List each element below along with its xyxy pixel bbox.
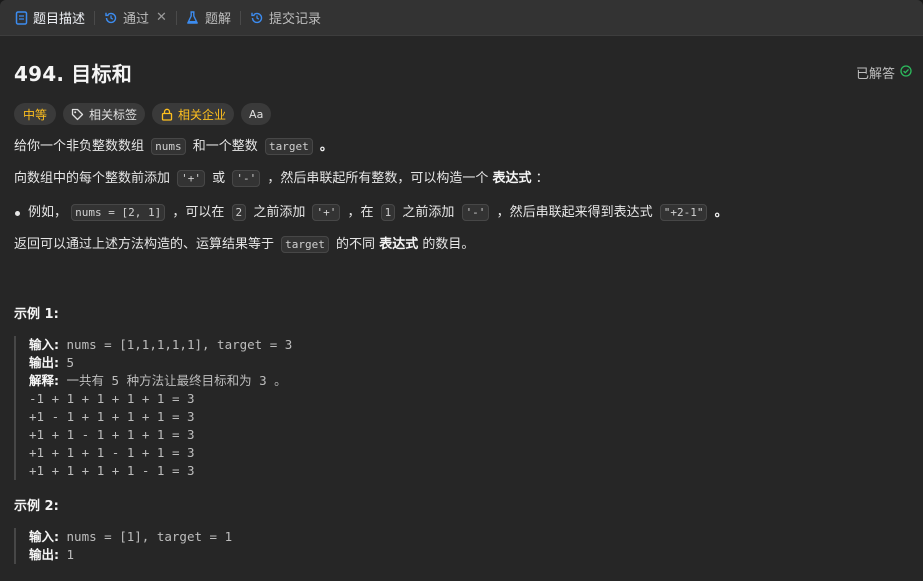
desc-text: ，然后串联起来得到表达式 bbox=[496, 205, 653, 220]
example-input: 输入: nums = [1,1,1,1,1], target = 3 bbox=[29, 336, 909, 354]
tag-row: 中等 相关标签 相关企业 Aa bbox=[14, 103, 909, 125]
problem-panel: 题目描述 通过 ✕ 题解 提交记录 494. 目标和 已解答 中等 相关标签 相… bbox=[0, 0, 923, 581]
description-paragraph-3: 返回可以通过上述方法构造的、运算结果等于 target 的不同 表达式 的数目。 bbox=[14, 234, 909, 256]
difficulty-badge: 中等 bbox=[14, 103, 57, 125]
history-icon bbox=[104, 11, 118, 25]
desc-text: ： bbox=[535, 171, 549, 186]
companies-button[interactable]: 相关企业 bbox=[152, 103, 235, 125]
companies-label: 相关企业 bbox=[178, 107, 227, 122]
inline-code: nums bbox=[151, 138, 186, 155]
desc-text: 和一个整数 bbox=[192, 139, 258, 154]
inline-code: '-' bbox=[232, 170, 261, 187]
solved-label: 已解答 bbox=[855, 67, 895, 82]
solved-status: 已解答 bbox=[856, 63, 912, 82]
difficulty-label: 中等 bbox=[23, 107, 48, 122]
inline-code: target bbox=[281, 236, 329, 253]
font-size-icon: Aa bbox=[249, 107, 264, 121]
inline-code: "+2-1" bbox=[659, 204, 708, 221]
tab-description[interactable]: 题目描述 bbox=[10, 0, 89, 36]
desc-text: ，然后串联起所有整数，可以构造一个 bbox=[267, 171, 489, 186]
tab-bar: 题目描述 通过 ✕ 题解 提交记录 bbox=[0, 0, 923, 36]
inline-code: 2 bbox=[231, 204, 247, 221]
tab-solutions-label: 题解 bbox=[204, 12, 231, 27]
explain-value: 一共有 5 种方法让最终目标和为 3 。 bbox=[66, 373, 287, 388]
input-label: 输入: bbox=[29, 337, 59, 352]
problem-title[interactable]: 494. 目标和 bbox=[14, 58, 132, 87]
desc-text: 例如， bbox=[28, 205, 68, 220]
output-label: 输出: bbox=[29, 355, 59, 370]
explanation-line: +1 - 1 + 1 + 1 + 1 = 3 bbox=[29, 409, 195, 424]
output-value: 1 bbox=[66, 547, 75, 562]
example-output: 输出: 1 bbox=[29, 546, 909, 564]
example-title: 示例 2: bbox=[14, 499, 59, 514]
inline-code: '+' bbox=[177, 170, 206, 187]
inline-code: nums = [2, 1] bbox=[71, 204, 166, 221]
desc-text: 的不同 bbox=[336, 237, 376, 252]
explanation-line: -1 + 1 + 1 + 1 + 1 = 3 bbox=[29, 391, 195, 406]
flask-icon bbox=[186, 10, 200, 25]
inline-code: '+' bbox=[312, 204, 341, 221]
list-item: 例如， nums = [2, 1] ，可以在 2 之前添加 '+' ，在 1 之… bbox=[14, 202, 909, 224]
close-icon[interactable]: ✕ bbox=[156, 10, 167, 25]
history-icon bbox=[250, 11, 264, 25]
tab-divider bbox=[239, 10, 241, 25]
desc-text: 。 bbox=[714, 205, 728, 220]
lock-icon bbox=[160, 108, 173, 121]
explanation-line: +1 + 1 + 1 - 1 + 1 = 3 bbox=[29, 445, 195, 460]
description-paragraph-2: 向数组中的每个整数前添加 '+' 或 '-' ，然后串联起所有整数，可以构造一个… bbox=[14, 168, 909, 190]
desc-text: 的数目。 bbox=[422, 237, 475, 252]
problem-content: 494. 目标和 已解答 中等 相关标签 相关企业 Aa 给你一个非负整数数组 … bbox=[0, 36, 923, 564]
explanation-line: +1 + 1 + 1 + 1 - 1 = 3 bbox=[29, 463, 195, 478]
desc-text: 给你一个非负整数数组 bbox=[14, 139, 145, 154]
tab-description-label: 题目描述 bbox=[33, 12, 86, 27]
output-value: 5 bbox=[66, 355, 75, 370]
tab-divider bbox=[94, 10, 96, 25]
tab-submissions-label: 提交记录 bbox=[268, 12, 321, 27]
desc-text: ，可以在 bbox=[172, 205, 225, 220]
desc-text: 之前添加 bbox=[402, 205, 455, 220]
input-label: 输入: bbox=[29, 529, 59, 544]
desc-bold: 表达式 bbox=[492, 171, 532, 186]
example-output: 输出: 5 bbox=[29, 354, 909, 372]
desc-text: 。 bbox=[319, 139, 333, 154]
inline-code: '-' bbox=[461, 204, 490, 221]
check-circle-icon bbox=[900, 64, 912, 81]
explanation-line: +1 + 1 - 1 + 1 + 1 = 3 bbox=[29, 427, 195, 442]
font-size-button[interactable]: Aa bbox=[241, 103, 272, 125]
document-icon bbox=[14, 10, 28, 25]
topics-label: 相关标签 bbox=[89, 107, 138, 122]
output-label: 输出: bbox=[29, 547, 59, 562]
description-paragraph-1: 给你一个非负整数数组 nums 和一个整数 target 。 bbox=[14, 136, 909, 158]
desc-text: 向数组中的每个整数前添加 bbox=[14, 171, 171, 186]
example-explanation: 解释: 一共有 5 种方法让最终目标和为 3 。 bbox=[29, 372, 909, 390]
desc-text: 返回可以通过上述方法构造的、运算结果等于 bbox=[14, 237, 275, 252]
topics-button[interactable]: 相关标签 bbox=[63, 103, 146, 125]
desc-bold: 表达式 bbox=[379, 237, 419, 252]
tab-submissions[interactable]: 提交记录 bbox=[246, 0, 325, 36]
inline-code: target bbox=[264, 138, 313, 155]
input-value: nums = [1,1,1,1,1], target = 3 bbox=[66, 337, 293, 352]
desc-text: 之前添加 bbox=[253, 205, 306, 220]
description-bullets: 例如， nums = [2, 1] ，可以在 2 之前添加 '+' ，在 1 之… bbox=[14, 202, 909, 224]
tab-solutions[interactable]: 题解 bbox=[182, 0, 235, 36]
explain-label: 解释: bbox=[29, 373, 59, 388]
example-block: 输入: nums = [1], target = 1 输出: 1 bbox=[14, 528, 909, 564]
tab-accepted[interactable]: 通过 ✕ bbox=[100, 0, 171, 36]
inline-code: 1 bbox=[380, 204, 396, 221]
desc-text: ，在 bbox=[347, 205, 374, 220]
example-title: 示例 1: bbox=[14, 307, 59, 322]
tag-icon bbox=[71, 108, 84, 121]
tab-divider bbox=[175, 10, 177, 25]
desc-text: 或 bbox=[212, 171, 226, 186]
example-block: 输入: nums = [1,1,1,1,1], target = 3 输出: 5… bbox=[14, 336, 909, 480]
title-row: 494. 目标和 已解答 bbox=[14, 58, 912, 87]
example-input: 输入: nums = [1], target = 1 bbox=[29, 528, 909, 546]
tab-accepted-label: 通过 bbox=[123, 12, 150, 27]
input-value: nums = [1], target = 1 bbox=[66, 529, 233, 544]
